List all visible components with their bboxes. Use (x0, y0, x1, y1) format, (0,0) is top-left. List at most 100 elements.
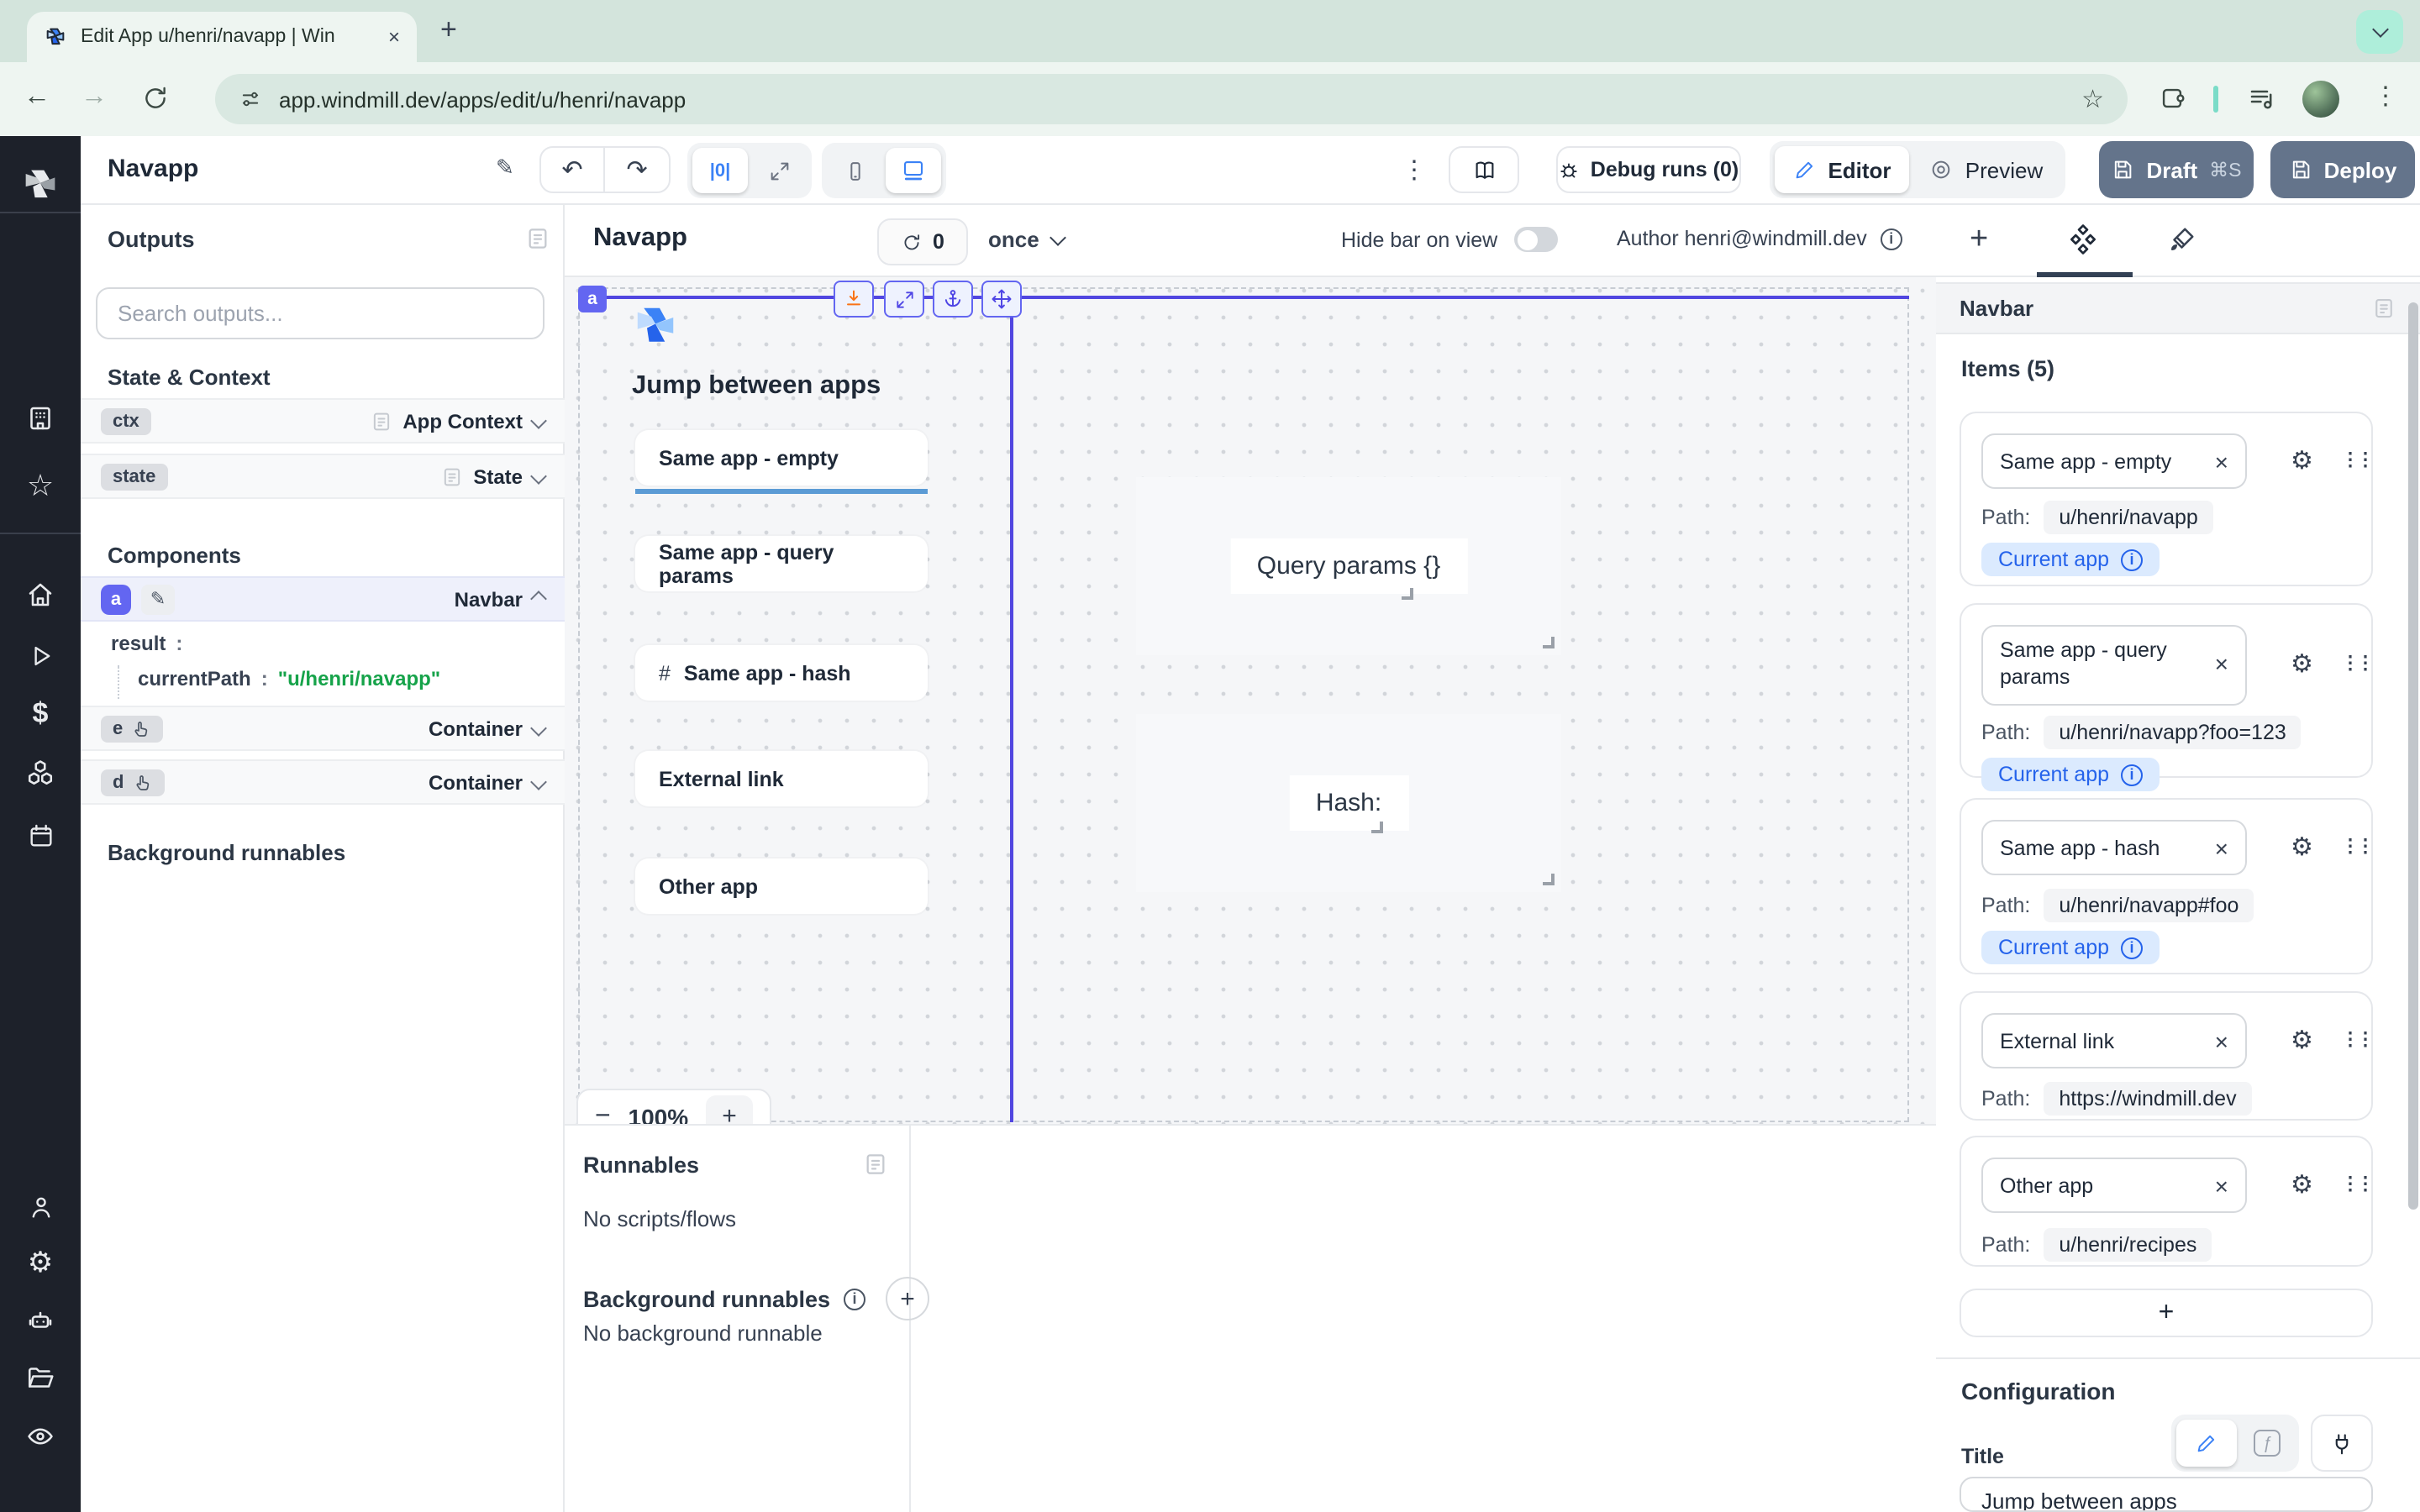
fx-mode-button[interactable]: ƒ (2240, 1420, 2294, 1467)
zoom-out-button[interactable]: − (595, 1101, 611, 1126)
browser-tab[interactable]: Edit App u/henri/navapp | Win × (27, 12, 417, 62)
desktop-view-button[interactable] (886, 148, 941, 193)
drag-handle-icon[interactable]: ⋮⋮ (2341, 1173, 2371, 1194)
selection-right-edge[interactable] (1010, 296, 1013, 1122)
nav-item-query-params[interactable]: Same app - query params (635, 536, 928, 591)
insert-below-button[interactable] (834, 281, 874, 318)
drag-handle-icon[interactable]: ⋮⋮ (2341, 835, 2371, 857)
windmill-logo[interactable] (0, 161, 81, 208)
schedules-icon[interactable] (0, 811, 81, 858)
component-settings-tab[interactable] (2067, 223, 2099, 255)
current-path-value[interactable]: "u/henri/navapp" (278, 667, 440, 690)
edit-name-icon[interactable]: ✎ (496, 155, 514, 181)
chevron-down-icon[interactable] (530, 774, 547, 790)
edit-id-icon[interactable]: ✎ (141, 584, 175, 614)
refresh-mode-dropdown[interactable]: once (988, 227, 1065, 252)
item-1-label-input[interactable]: Same app - empty × (1981, 433, 2247, 489)
author-info-icon[interactable]: i (1881, 228, 1902, 249)
forward-icon[interactable]: → (81, 82, 108, 113)
current-app-info-icon[interactable]: i (2121, 937, 2143, 958)
search-outputs-input[interactable]: Search outputs... (96, 287, 544, 339)
docs-button[interactable] (1449, 146, 1519, 193)
item-2-label-input[interactable]: Same app - query params × (1981, 625, 2247, 706)
connect-plug-button[interactable] (2311, 1415, 2373, 1472)
bg-runnables-info-icon[interactable]: i (844, 1288, 865, 1310)
favorites-star-icon[interactable]: ☆ (0, 462, 81, 509)
debug-runs-button[interactable]: Debug runs (0) (1556, 146, 1741, 193)
nav-item-other-app[interactable]: Other app (635, 858, 928, 914)
nav-item-external-link[interactable]: External link (635, 751, 928, 806)
nav-item-same-app-empty[interactable]: Same app - empty (635, 430, 928, 486)
hash-container[interactable]: Hash: (1136, 714, 1561, 892)
editor-tab[interactable]: Editor (1775, 146, 1909, 193)
hide-bar-toggle[interactable] (1514, 227, 1558, 252)
styling-tab[interactable] (2168, 223, 2198, 254)
reload-icon[interactable] (141, 84, 170, 113)
chevron-down-icon[interactable] (530, 412, 547, 429)
chrome-chevron-button[interactable] (2356, 10, 2403, 54)
resources-icon[interactable] (0, 749, 81, 796)
extensions-icon[interactable] (2158, 84, 2186, 113)
workers-icon[interactable] (0, 1297, 81, 1344)
workspace-icon[interactable] (0, 395, 81, 442)
clear-icon[interactable]: × (2215, 1172, 2228, 1199)
current-path-key[interactable]: currentPath (138, 667, 251, 690)
site-info-icon[interactable] (239, 87, 262, 111)
settings-gear-icon[interactable]: ⚙ (0, 1240, 81, 1287)
item-settings-gear-icon[interactable]: ⚙ (2291, 832, 2313, 862)
runnables-doc-icon[interactable] (862, 1151, 889, 1178)
close-tab-icon[interactable]: × (388, 25, 400, 49)
nav-item-hash[interactable]: # Same app - hash (635, 645, 928, 701)
folders-icon[interactable] (0, 1354, 81, 1401)
clear-icon[interactable]: × (2215, 651, 2228, 680)
new-tab-icon[interactable]: + (440, 13, 457, 47)
drag-handle-icon[interactable]: ⋮⋮ (2341, 449, 2371, 470)
runs-icon[interactable] (0, 632, 81, 679)
align-center-button[interactable]: |0| (692, 148, 748, 193)
query-params-container[interactable]: Query params {} (1136, 477, 1561, 655)
add-item-button[interactable]: + (1960, 1289, 2373, 1337)
selected-component-badge[interactable]: a (578, 286, 607, 312)
current-app-info-icon[interactable]: i (2121, 549, 2143, 570)
state-output-row[interactable]: state State (81, 454, 565, 499)
clear-icon[interactable]: × (2215, 834, 2228, 861)
deploy-button[interactable]: Deploy (2270, 141, 2415, 198)
back-icon[interactable]: ← (24, 82, 50, 113)
mobile-view-button[interactable] (827, 148, 882, 193)
add-bg-runnable-button[interactable]: + (886, 1277, 929, 1320)
preview-tab[interactable]: Preview (1912, 146, 2060, 193)
anchor-component-button[interactable] (933, 281, 973, 318)
browser-menu-icon[interactable]: ⋮ (2373, 81, 2398, 111)
refresh-button[interactable]: 0 (877, 218, 968, 265)
add-component-tab[interactable]: + (1970, 222, 1988, 259)
item-5-label-input[interactable]: Other app × (1981, 1158, 2247, 1213)
undo-button[interactable]: ↶ (541, 148, 605, 192)
zoom-in-button[interactable]: + (706, 1095, 753, 1126)
drag-handle-icon[interactable]: ⋮⋮ (2341, 652, 2371, 674)
move-component-button[interactable] (981, 281, 1022, 318)
chevron-down-icon[interactable] (530, 720, 547, 737)
browser-avatar[interactable] (2302, 81, 2339, 118)
outputs-doc-icon[interactable] (524, 225, 551, 252)
more-options-icon[interactable]: ⋮ (1402, 155, 1427, 185)
canvas-grid[interactable]: a Jump between apps Same app - empty (565, 277, 1936, 1126)
result-key[interactable]: result (111, 632, 166, 655)
clear-icon[interactable]: × (2215, 448, 2228, 475)
draft-button[interactable]: Draft ⌘S (2099, 141, 2254, 198)
expand-component-button[interactable] (884, 281, 924, 318)
component-row-navbar[interactable]: a ✎ Navbar (81, 576, 565, 622)
item-settings-gear-icon[interactable]: ⚙ (2291, 445, 2313, 475)
current-app-info-icon[interactable]: i (2121, 764, 2143, 785)
url-text[interactable]: app.windmill.dev/apps/edit/u/henri/navap… (279, 87, 686, 112)
chevron-up-icon[interactable] (530, 591, 547, 607)
component-row-container-d[interactable]: d Container (81, 759, 565, 805)
title-value-input[interactable]: Jump between apps (1960, 1477, 2373, 1512)
static-mode-button[interactable] (2176, 1420, 2237, 1467)
url-bar[interactable]: app.windmill.dev/apps/edit/u/henri/navap… (215, 74, 2128, 124)
playlist-icon[interactable] (2247, 84, 2277, 114)
user-icon[interactable] (0, 1183, 81, 1230)
redo-button[interactable]: ↷ (605, 155, 669, 185)
item-settings-gear-icon[interactable]: ⚙ (2291, 1025, 2313, 1055)
component-doc-icon[interactable] (2371, 296, 2396, 321)
ctx-output-row[interactable]: ctx App Context (81, 398, 565, 444)
